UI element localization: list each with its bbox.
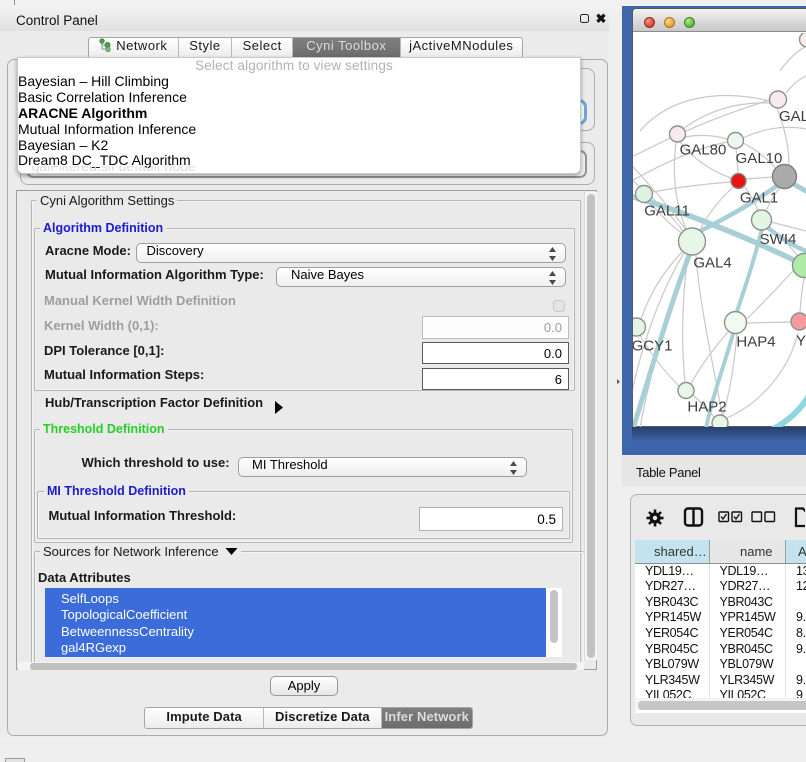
svg-text:HAP2: HAP2 <box>687 399 726 416</box>
svg-text:Y: Y <box>796 333 806 350</box>
svg-text:SWI4: SWI4 <box>760 231 797 248</box>
svg-text:GCY1: GCY1 <box>633 338 672 355</box>
svg-text:GAL80: GAL80 <box>680 142 727 159</box>
svg-text:GAL11: GAL11 <box>644 203 690 220</box>
svg-text:HAP4: HAP4 <box>736 334 775 351</box>
svg-text:GAL: GAL <box>779 108 806 125</box>
svg-text:GAL4: GAL4 <box>693 255 731 272</box>
svg-text:GAL10: GAL10 <box>736 150 783 167</box>
svg-text:GAL1: GAL1 <box>740 190 778 207</box>
